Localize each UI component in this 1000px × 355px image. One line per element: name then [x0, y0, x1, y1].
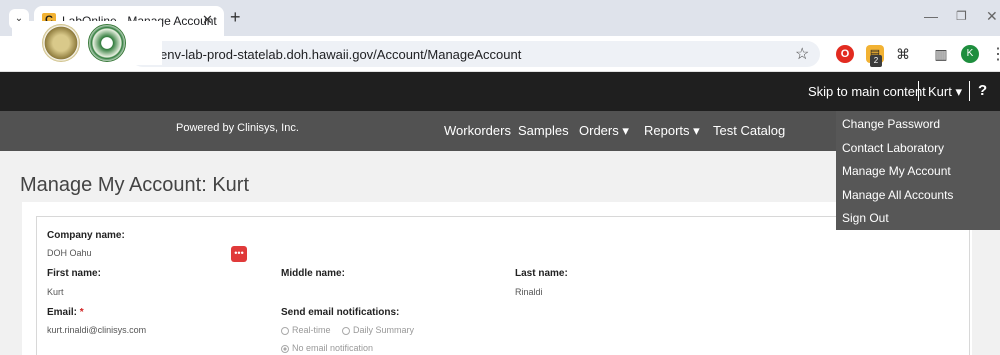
required-asterisk: * [77, 307, 84, 318]
user-menu-toggle[interactable]: Kurt ▾ [928, 84, 962, 100]
profile-avatar[interactable]: K [961, 45, 979, 63]
menu-item-contact-laboratory[interactable]: Contact Laboratory [842, 141, 944, 155]
user-dropdown-menu: Change Password Contact Laboratory Manag… [836, 111, 1000, 230]
url-text[interactable]: env-lab-prod-statelab.doh.hawaii.gov/Acc… [160, 47, 521, 62]
state-seal-icon [42, 24, 80, 62]
email-notifications-label: Send email notifications: [281, 307, 400, 318]
radio-realtime[interactable]: Real-time [281, 325, 331, 335]
radio-no-email-label: No email notification [292, 343, 374, 353]
nav-reports[interactable]: Reports ▾ [644, 123, 700, 139]
first-name-value: Kurt [47, 287, 64, 297]
help-button[interactable]: ? [978, 82, 987, 99]
more-options-button[interactable]: ••• [231, 246, 247, 262]
department-seal-icon [88, 24, 126, 62]
company-name-value: DOH Oahu [47, 248, 92, 258]
extension-red-icon[interactable]: O [836, 45, 854, 63]
menu-item-sign-out[interactable]: Sign Out [842, 211, 889, 225]
radio-daily-summary-label: Daily Summary [353, 325, 415, 335]
last-name-label: Last name: [515, 268, 568, 279]
nav-workorders[interactable]: Workorders [444, 123, 511, 138]
extensions-puzzle-icon[interactable]: ⌘ [894, 45, 912, 63]
nav-reports-label: Reports [644, 123, 690, 138]
email-label: Email: * [47, 307, 84, 318]
user-name: Kurt [928, 84, 952, 99]
radio-realtime-label: Real-time [292, 325, 331, 335]
extension-badge: 2 [870, 55, 882, 67]
powered-by-text: Powered by Clinisys, Inc. [176, 122, 299, 134]
window-minimize-icon[interactable]: — [924, 8, 938, 24]
nav-test-catalog[interactable]: Test Catalog [713, 123, 785, 138]
radio-circle [342, 326, 350, 335]
account-form [36, 216, 970, 355]
nav-orders-label: Orders [579, 123, 619, 138]
page-title: Manage My Account: Kurt [20, 174, 250, 196]
menu-item-manage-my-account[interactable]: Manage My Account [842, 164, 951, 178]
browser-menu-icon[interactable]: ⋮ [990, 44, 1000, 64]
tab-close-icon[interactable]: ✕ [202, 12, 213, 28]
bookmark-star-icon[interactable]: ☆ [795, 44, 809, 64]
menu-item-change-password[interactable]: Change Password [842, 117, 940, 131]
nav-samples[interactable]: Samples [518, 123, 569, 138]
radio-circle-selected [281, 344, 289, 353]
window-restore-icon[interactable]: ❐ [956, 9, 967, 23]
email-label-text: Email: [47, 307, 78, 318]
menu-item-manage-all-accounts[interactable]: Manage All Accounts [842, 188, 953, 202]
side-panel-icon[interactable]: ▥ [932, 45, 950, 63]
nav-orders[interactable]: Orders ▾ [579, 123, 629, 139]
new-tab-icon[interactable]: + [230, 7, 241, 28]
company-name-label: Company name: [47, 230, 125, 241]
site-top-bar: Skip to main content Kurt ▾ ? [0, 72, 1000, 111]
last-name-value: Rinaldi [515, 287, 543, 297]
first-name-label: First name: [47, 268, 101, 279]
site-logo[interactable] [12, 21, 162, 65]
window-close-icon[interactable]: ✕ [986, 8, 998, 25]
address-bar[interactable]: ☰ env-lab-prod-statelab.doh.hawaii.gov/A… [130, 41, 820, 67]
radio-circle [281, 326, 289, 335]
middle-name-label: Middle name: [281, 268, 345, 279]
email-value: kurt.rinaldi@clinisys.com [47, 325, 147, 335]
skip-to-main-link[interactable]: Skip to main content [808, 84, 926, 99]
radio-daily-summary[interactable]: Daily Summary [342, 325, 414, 335]
radio-no-email[interactable]: No email notification [281, 343, 373, 353]
divider [918, 81, 919, 101]
divider [969, 81, 970, 101]
